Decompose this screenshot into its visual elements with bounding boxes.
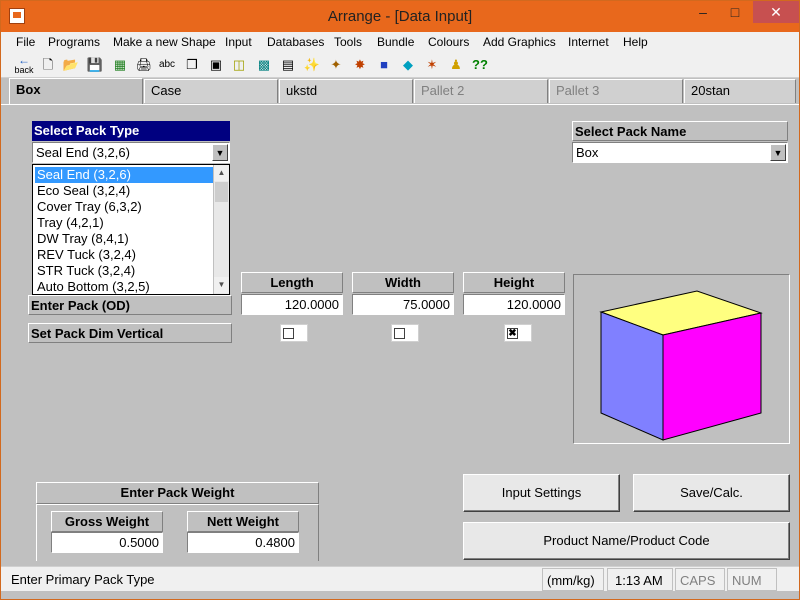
status-time: 1:13 AM [607, 568, 673, 591]
tab-ukstd[interactable]: ukstd [279, 79, 413, 103]
cube-preview-icon [599, 290, 763, 441]
list-scrollbar[interactable]: ▲ ▼ [213, 165, 229, 294]
width-input[interactable]: 75.0000 [352, 294, 454, 315]
back-button[interactable]: ← back [13, 54, 35, 75]
height-vertical-checkbox[interactable]: ✖ [504, 324, 532, 342]
menu-databases[interactable]: Databases [267, 35, 324, 49]
pack-type-combo[interactable]: Seal End (3,2,6) ▼ [32, 142, 230, 163]
page-icon[interactable]: ▣ [207, 56, 225, 74]
help-icon[interactable]: ?? [469, 56, 491, 74]
menu-help[interactable]: Help [623, 35, 648, 49]
checkbox-check-icon: ✖ [507, 328, 518, 339]
menu-colours[interactable]: Colours [428, 35, 469, 49]
chevron-down-icon[interactable]: ▼ [212, 144, 228, 161]
status-bar: Enter Primary Pack Type (mm/kg) 1:13 AM … [1, 566, 799, 591]
app-window: Arrange - [Data Input] – □ ✕ File Progra… [0, 0, 800, 600]
chevron-down-icon[interactable]: ▼ [770, 144, 786, 161]
toolbar: ← back 🗋 📂 💾 ▦ 🖨 abc ❐ ▣ ◫ ▩ ▤ ✨ ✦ ✸ ■ ◆ … [1, 52, 799, 78]
pack-type-label: Select Pack Type [32, 121, 230, 141]
close-button[interactable]: ✕ [753, 1, 799, 23]
input-settings-button[interactable]: Input Settings [463, 474, 620, 512]
scroll-down-icon[interactable]: ▼ [214, 277, 229, 293]
figure-icon[interactable]: ♟ [447, 56, 465, 74]
height-input[interactable]: 120.0000 [463, 294, 565, 315]
tab-pallet-3[interactable]: Pallet 3 [549, 79, 683, 103]
minimize-button[interactable]: – [689, 1, 717, 23]
width-header: Width [352, 272, 454, 293]
scroll-up-icon[interactable]: ▲ [214, 165, 229, 181]
calculator-icon[interactable]: ▦ [111, 56, 129, 74]
length-vertical-checkbox[interactable] [280, 324, 308, 342]
menu-file[interactable]: File [16, 35, 35, 49]
set-vertical-label: Set Pack Dim Vertical [28, 323, 232, 343]
pack-name-label: Select Pack Name [572, 121, 788, 141]
maximize-button[interactable]: □ [721, 1, 749, 23]
list-item[interactable]: Auto Bottom (3,2,5) [35, 279, 213, 295]
menu-make-shape[interactable]: Make a new Shape [113, 35, 216, 49]
window-title: Arrange - [Data Input] [327, 8, 473, 25]
stack-icon[interactable]: ✨ [303, 56, 321, 74]
cube-right-face [662, 312, 762, 441]
scroll-thumb[interactable] [215, 182, 228, 202]
list-item[interactable]: STR Tuck (3,2,4) [35, 263, 213, 279]
abc-text-icon[interactable]: abc [158, 56, 176, 74]
checkbox-square [283, 328, 294, 339]
length-input[interactable]: 120.0000 [241, 294, 343, 315]
flowchart-icon[interactable]: ◫ [230, 56, 248, 74]
list-item[interactable]: Eco Seal (3,2,4) [35, 183, 213, 199]
pack-type-selected: Seal End (3,2,6) [36, 145, 130, 160]
pack-type-list[interactable]: Seal End (3,2,6) Eco Seal (3,2,4) Cover … [32, 164, 230, 295]
list-item[interactable]: Tray (4,2,1) [35, 215, 213, 231]
status-units: (mm/kg) [542, 568, 604, 591]
save-icon[interactable]: 💾 [86, 56, 104, 74]
open-folder-icon[interactable]: 📂 [62, 56, 80, 74]
new-file-icon[interactable]: 🗋 [39, 56, 57, 74]
cube-left-face [600, 311, 664, 441]
people-icon[interactable]: ◆ [399, 56, 417, 74]
pack-name-selected: Box [576, 145, 599, 160]
gross-weight-label: Gross Weight [51, 511, 163, 532]
tab-20stan[interactable]: 20stan [684, 79, 796, 103]
status-message: Enter Primary Pack Type [11, 572, 155, 587]
menu-tools[interactable]: Tools [334, 35, 362, 49]
tab-pallet-2[interactable]: Pallet 2 [414, 79, 548, 103]
tab-case[interactable]: Case [144, 79, 278, 103]
menu-programs[interactable]: Programs [48, 35, 100, 49]
pack-weight-title: Enter Pack Weight [36, 482, 319, 504]
pack-name-combo[interactable]: Box ▼ [572, 142, 788, 163]
save-calc-button[interactable]: Save/Calc. [633, 474, 790, 512]
status-num: NUM [727, 568, 777, 591]
copy-icon[interactable]: ❐ [183, 56, 201, 74]
gross-weight-input[interactable]: 0.5000 [51, 532, 163, 553]
menu-add-graphics[interactable]: Add Graphics [483, 35, 556, 49]
enter-pack-label: Enter Pack (OD) [28, 295, 232, 315]
nett-weight-label: Nett Weight [187, 511, 299, 532]
product-name-button[interactable]: Product Name/Product Code [463, 522, 790, 560]
menu-internet[interactable]: Internet [568, 35, 609, 49]
list-item[interactable]: DW Tray (8,4,1) [35, 231, 213, 247]
menu-input[interactable]: Input [225, 35, 252, 49]
status-caps: CAPS [675, 568, 725, 591]
menu-bundle[interactable]: Bundle [377, 35, 414, 49]
person-icon[interactable]: ✶ [423, 56, 441, 74]
title-bar[interactable]: Arrange - [Data Input] – □ ✕ [1, 1, 799, 32]
height-header: Height [463, 272, 565, 293]
cube-icon[interactable]: ✸ [351, 56, 369, 74]
nett-weight-input[interactable]: 0.4800 [187, 532, 299, 553]
list-item[interactable]: Seal End (3,2,6) [35, 167, 213, 183]
box-icon[interactable]: ▩ [255, 56, 273, 74]
list-item[interactable]: REV Tuck (3,2,4) [35, 247, 213, 263]
checkbox-square [394, 328, 405, 339]
print-icon[interactable]: 🖨 [135, 56, 153, 74]
tab-box[interactable]: Box [9, 78, 143, 105]
yellow-cube-icon[interactable]: ■ [375, 56, 393, 74]
length-header: Length [241, 272, 343, 293]
pack-3d-preview [573, 274, 790, 444]
width-vertical-checkbox[interactable] [391, 324, 419, 342]
wand-icon[interactable]: ✦ [327, 56, 345, 74]
menu-bar: File Programs Make a new Shape Input Dat… [1, 32, 799, 52]
tab-strip: Box Case ukstd Pallet 2 Pallet 3 20stan [1, 78, 799, 105]
list-item[interactable]: Cover Tray (6,3,2) [35, 199, 213, 215]
arrange-icon[interactable]: ▤ [279, 56, 297, 74]
